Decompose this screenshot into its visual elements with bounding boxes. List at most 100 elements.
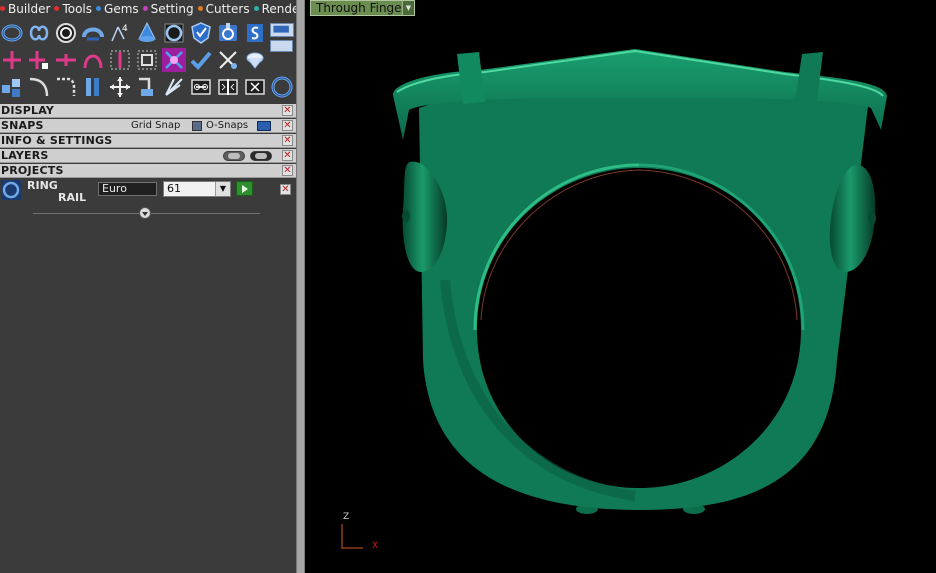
link-button[interactable] — [189, 75, 213, 99]
shank-button[interactable] — [81, 21, 105, 45]
ring-title: RING — [27, 179, 58, 192]
ring-body — [419, 82, 869, 510]
gem-seat-button[interactable] — [216, 21, 240, 45]
eye-icon[interactable] — [250, 151, 272, 161]
blue-s-button[interactable] — [243, 21, 267, 45]
corner-curve-icon — [57, 77, 76, 96]
view-mode-dropdown[interactable]: Through Finger ▼ — [310, 0, 415, 16]
arc-icon — [83, 54, 103, 69]
layer-visibility-toggle[interactable] — [223, 151, 245, 161]
snaps-close-icon[interactable]: ✕ — [282, 120, 293, 131]
add-point-button[interactable] — [27, 48, 51, 72]
ring-rail-tool-icon — [1, 180, 21, 200]
gem-stone-button[interactable] — [243, 48, 267, 72]
menu-setting[interactable]: Setting — [142, 2, 194, 16]
scissors-icon — [219, 51, 237, 69]
add-cross-icon — [3, 51, 21, 69]
gem-stone-icon — [246, 52, 264, 69]
layers-label: LAYERS — [1, 149, 49, 162]
apply-play-button[interactable] — [236, 181, 253, 196]
mirror-button[interactable] — [216, 75, 240, 99]
menu-gems[interactable]: Gems — [96, 2, 139, 16]
spark-button[interactable] — [162, 75, 186, 99]
ring-rail-button[interactable] — [0, 21, 24, 45]
info-close-icon[interactable]: ✕ — [282, 135, 293, 146]
shank-icon — [82, 27, 104, 41]
panel-slider-knob[interactable] — [139, 207, 151, 219]
ring-model — [393, 49, 887, 514]
spark-icon — [165, 78, 183, 96]
cutters-dot-icon — [197, 6, 203, 11]
shield-icon — [191, 22, 211, 44]
menu-render[interactable]: Render — [253, 2, 296, 16]
cubes-button[interactable] — [0, 75, 24, 99]
corner-curve-button[interactable] — [54, 75, 78, 99]
add-cross-button[interactable] — [0, 48, 24, 72]
add-point-icon — [29, 51, 48, 69]
projects-label: PROJECTS — [1, 164, 64, 177]
rotate-icon — [139, 77, 153, 96]
move-icon — [110, 77, 130, 97]
menu-cutters[interactable]: Cutters — [197, 2, 250, 16]
rotate-button[interactable] — [135, 75, 159, 99]
move-button[interactable] — [108, 75, 132, 99]
display-close-icon[interactable]: ✕ — [282, 105, 293, 116]
shield-button[interactable] — [189, 21, 213, 45]
snaps-label: SNAPS — [1, 119, 44, 132]
curve-button[interactable] — [27, 75, 51, 99]
split-button[interactable] — [108, 48, 132, 72]
info-settings-section[interactable]: INFO & SETTINGS ✕ — [0, 134, 296, 148]
menu-bar: Builder Tools Gems Setting Cutters Rende… — [0, 0, 296, 17]
split-icon — [110, 50, 130, 70]
check-button[interactable] — [189, 48, 213, 72]
link-icon — [191, 79, 211, 95]
grid-snap-toggle[interactable]: Grid Snap — [131, 119, 180, 133]
snaps-section[interactable]: SNAPS Grid Snap O-Snaps ✕ — [0, 119, 296, 133]
cone-button[interactable] — [135, 21, 159, 45]
layers-section[interactable]: LAYERS ✕ — [0, 149, 296, 163]
toolbar-row-3 — [0, 75, 296, 99]
viewport-3d[interactable]: Through Finger ▼ Z X — [305, 0, 936, 573]
o-snaps-icon[interactable] — [192, 121, 202, 131]
square-ring-button[interactable] — [162, 21, 186, 45]
menu-tools[interactable]: Tools — [54, 2, 92, 16]
view-chevron-down-icon[interactable]: ▼ — [402, 1, 414, 15]
flower-curve-button[interactable] — [27, 21, 51, 45]
ring-outline-button[interactable] — [270, 75, 294, 99]
extrude-button[interactable] — [81, 75, 105, 99]
display-section[interactable]: DISPLAY ✕ — [0, 104, 296, 118]
arc-button[interactable] — [81, 48, 105, 72]
left-panel: Builder Tools Gems Setting Cutters Rende… — [0, 0, 296, 573]
panel-splitter[interactable] — [296, 0, 305, 573]
square-ring-icon — [164, 23, 184, 43]
cut-icon — [245, 79, 265, 95]
mirror-icon — [218, 79, 238, 95]
size-standard-field[interactable]: Euro — [98, 182, 157, 196]
tool-number-button[interactable]: 4 — [108, 21, 132, 45]
render-dot-icon — [253, 6, 259, 11]
o-snaps-toggle[interactable]: O-Snaps — [206, 119, 248, 133]
flower-curve-icon — [29, 25, 49, 41]
layers-close-icon[interactable]: ✕ — [282, 150, 293, 161]
display-label: DISPLAY — [1, 104, 55, 117]
axis-z-label: Z — [343, 512, 350, 522]
menu-builder[interactable]: Builder — [0, 2, 50, 16]
projects-section[interactable]: PROJECTS ✕ — [0, 164, 296, 178]
ring-size-dropdown[interactable]: 61 ▼ — [163, 181, 231, 197]
scissors-button[interactable] — [216, 48, 240, 72]
window-toggle-button[interactable] — [270, 23, 294, 37]
toolbar-row-1: 4 — [0, 21, 296, 45]
cone-icon — [138, 21, 156, 42]
gem-seat-icon — [219, 23, 237, 41]
info-settings-label: INFO & SETTINGS — [1, 134, 113, 147]
snap-settings-icon[interactable] — [257, 121, 271, 131]
ring-rail-close-icon[interactable]: ✕ — [280, 184, 291, 195]
insert-segment-button[interactable] — [54, 48, 78, 72]
frame-button[interactable] — [135, 48, 159, 72]
projects-close-icon[interactable]: ✕ — [282, 165, 293, 176]
cut-button[interactable] — [243, 75, 267, 99]
circle-ring-button[interactable] — [54, 21, 78, 45]
chevron-down-icon[interactable]: ▼ — [215, 182, 230, 196]
pattern-button[interactable] — [162, 48, 186, 72]
tools-dot-icon — [54, 6, 60, 11]
